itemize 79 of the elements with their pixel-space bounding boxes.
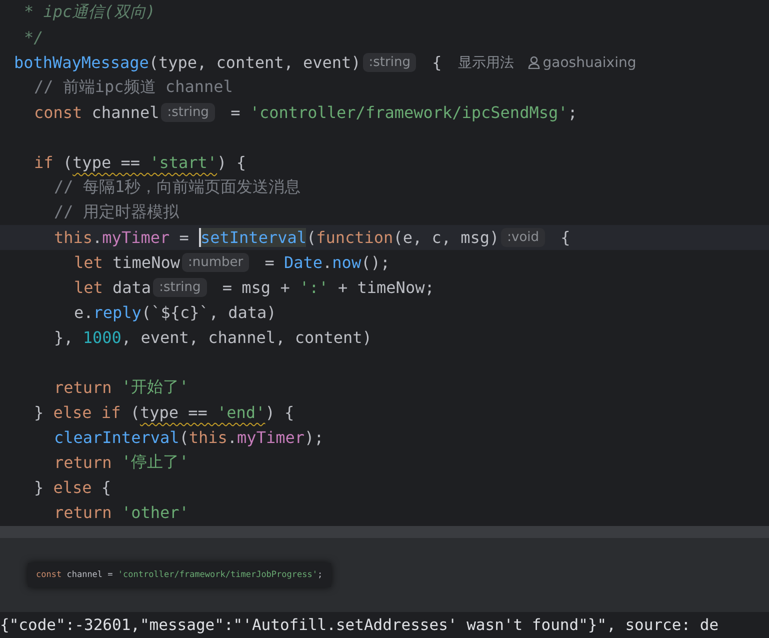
code-token: Date (284, 253, 323, 272)
type-hint: :string (161, 103, 215, 122)
code-token: myTimer (237, 428, 304, 447)
author-name: gaoshuaixing (542, 54, 636, 70)
user-icon (528, 56, 540, 69)
code-token: ) { (217, 153, 246, 172)
code-token: return (54, 453, 113, 472)
code-token: ( (179, 428, 189, 447)
code-token: ( (130, 403, 140, 422)
code-comment: // 每隔1秒，向前端页面发送消息 (54, 177, 301, 198)
code-token: ) { (265, 403, 294, 422)
code-token: 'controller/framework/timerJobProgress' (118, 570, 318, 580)
code-token: 1000 (82, 328, 122, 347)
code-token: myTimer (102, 228, 170, 247)
code-comment: // 前端ipc频道 channel (34, 77, 233, 98)
code-token: ( (62, 153, 73, 172)
code-token: 'end' (217, 403, 266, 422)
code-token: { (431, 53, 442, 72)
code-token: '开始了' (121, 377, 189, 398)
code-token: '停止了' (121, 452, 189, 473)
code-token: } (34, 478, 45, 497)
code-comment: * ipc通信(双向) (24, 2, 156, 23)
code-token: channel = (66, 570, 114, 580)
code-token: } (34, 403, 45, 422)
code-token: (`${c}`, data) (141, 303, 276, 322)
code-token: ':' (299, 278, 328, 297)
code-token: }, (54, 328, 74, 347)
code-comment: // 用定时器模拟 (54, 202, 179, 223)
code-token: this (188, 428, 228, 447)
code-token: 'other' (121, 503, 189, 522)
code-token: clearInterval (54, 428, 180, 447)
code-token: bothWayMessage (14, 53, 149, 72)
code-token: const (34, 103, 84, 122)
code-token: reply (93, 303, 142, 322)
type-hint: :number (182, 253, 250, 272)
code-token: return (54, 378, 113, 397)
code-token: + timeNow; (337, 278, 434, 297)
code-token: = (264, 253, 276, 272)
code-token: = (230, 103, 242, 122)
code-token: channel (92, 103, 160, 122)
code-token: else (53, 478, 92, 497)
code-token: return (54, 503, 113, 522)
code-token: ); (304, 428, 324, 447)
code-token: const (36, 570, 63, 580)
code-token: type == (140, 403, 208, 422)
code-token: { (560, 228, 570, 247)
code-token: ; (318, 570, 323, 580)
code-token: = msg + (221, 278, 291, 297)
type-hint: :string (362, 53, 416, 72)
code-token: function (316, 228, 394, 247)
code-token: ; (568, 103, 578, 122)
code-token: if (34, 153, 54, 172)
code-token: ( (306, 228, 316, 247)
code-token: else if (53, 403, 122, 422)
code-token: (type, content, event) (148, 53, 361, 72)
code-token: . (227, 428, 238, 447)
code-token: timeNow (112, 253, 180, 272)
code-token: 'controller/framework/ipcSendMsg' (250, 103, 568, 122)
code-token: e. (74, 303, 94, 322)
code-token: { (100, 478, 112, 497)
horizontal-scrollbar[interactable] (0, 526, 769, 538)
code-token: let (74, 278, 104, 297)
type-hint: :string (153, 278, 207, 297)
code-token: (e, c, msg) (393, 228, 500, 247)
code-token: 'start' (150, 153, 218, 172)
code-token: now (332, 253, 362, 272)
code-token: . (92, 228, 102, 247)
code-token: = (178, 228, 190, 247)
usages-link[interactable]: 显示用法 (458, 54, 514, 72)
code-token: . (322, 253, 332, 272)
code-token: let (74, 253, 104, 272)
code-comment: */ (24, 28, 44, 47)
code-token: (); (361, 253, 390, 272)
type-hint: :void (501, 228, 546, 247)
code-token: type == (72, 153, 141, 172)
code-token: , event, channel, content) (121, 328, 372, 347)
code-token: data (112, 278, 152, 297)
code-token: setInterval (198, 228, 306, 247)
code-token: this (54, 228, 93, 247)
